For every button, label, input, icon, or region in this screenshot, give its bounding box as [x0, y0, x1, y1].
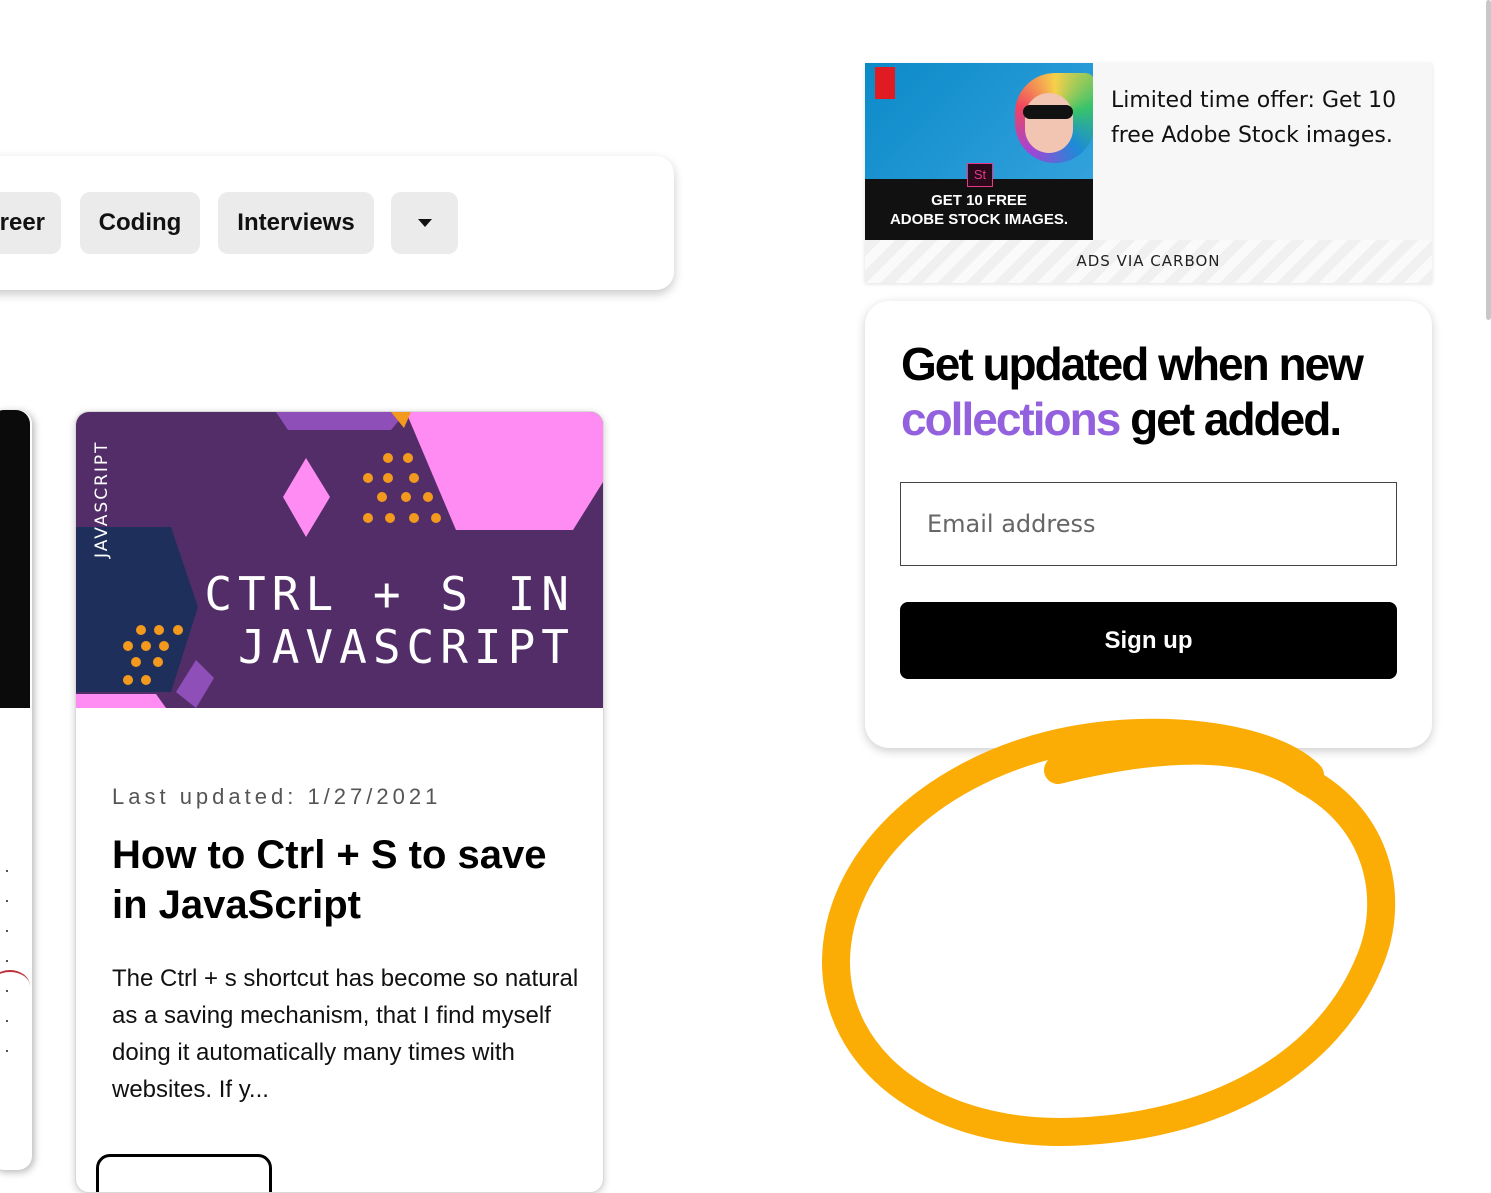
- thumbnail-title-line: JAVASCRIPT: [238, 620, 575, 674]
- ad-image-text-line: ADOBE STOCK IMAGES.: [889, 211, 1069, 228]
- category-label: reer: [0, 209, 45, 236]
- ad-glasses-graphic: [1023, 105, 1073, 119]
- last-updated-date: Last updated: 1/27/2021: [112, 784, 442, 809]
- newsletter-card: Get updated when new collections get add…: [865, 301, 1432, 748]
- decorative-curve: [0, 970, 30, 1002]
- read-more-button[interactable]: [96, 1154, 272, 1192]
- article-excerpt: The Ctrl + s shortcut has become so natu…: [112, 965, 579, 1103]
- ad-image-text-line: GET 10 FREE: [931, 192, 1027, 209]
- caret-down-icon: [417, 219, 432, 227]
- thumbnail-tag: JAVASCRIPT: [92, 440, 112, 558]
- ad-face-graphic: [1025, 93, 1073, 153]
- scrollbar[interactable]: [1486, 0, 1491, 320]
- category-career-pill[interactable]: reer: [0, 192, 61, 254]
- category-label: Coding: [98, 209, 182, 236]
- newsletter-title-text: get added.: [1130, 393, 1342, 445]
- article-thumbnail: JAVASCRIPT CTRL + S IN JAVASCRIPT: [76, 412, 603, 708]
- previous-article-thumbnail: [0, 410, 30, 708]
- ad-image[interactable]: St GET 10 FREE ADOBE STOCK IMAGES.: [865, 63, 1093, 240]
- adobe-logo-icon: [875, 67, 895, 99]
- newsletter-title: Get updated when new collections get add…: [901, 337, 1401, 447]
- sign-up-button[interactable]: Sign up: [900, 602, 1397, 679]
- thumbnail-title-line: CTRL + S IN: [204, 567, 575, 621]
- category-bar: reer Coding Interviews: [0, 156, 674, 290]
- thumbnail-title: CTRL + S IN JAVASCRIPT: [204, 568, 575, 674]
- category-coding-pill[interactable]: Coding: [80, 192, 200, 254]
- previous-article-card[interactable]: [0, 410, 32, 1170]
- newsletter-title-text: Get updated when new: [901, 338, 1364, 390]
- email-field[interactable]: [900, 482, 1397, 566]
- article-card[interactable]: JAVASCRIPT CTRL + S IN JAVASCRIPT Last u…: [75, 411, 604, 1193]
- stock-logo-icon: St: [967, 163, 993, 187]
- carbon-ad[interactable]: St GET 10 FREE ADOBE STOCK IMAGES. Limit…: [865, 63, 1432, 283]
- ad-image-text: GET 10 FREE ADOBE STOCK IMAGES.: [865, 191, 1093, 229]
- newsletter-title-accent: collections: [901, 393, 1121, 445]
- category-interviews-pill[interactable]: Interviews: [218, 192, 374, 254]
- ad-text[interactable]: Limited time offer: Get 10 free Adobe St…: [1111, 83, 1401, 153]
- ads-via-carbon-link[interactable]: ADS VIA CARBON: [865, 240, 1432, 283]
- category-label: Interviews: [237, 209, 355, 236]
- more-categories-button[interactable]: [391, 192, 458, 254]
- article-title[interactable]: How to Ctrl + S to save in JavaScript: [112, 830, 562, 930]
